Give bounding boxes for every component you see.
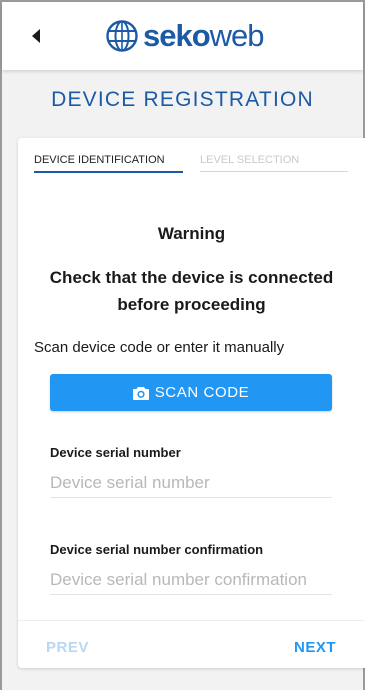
prev-button[interactable]: PREV (46, 639, 89, 656)
back-button[interactable] (26, 26, 46, 46)
stepper-tabs: DEVICE IDENTIFICATION LEVEL SELECTION (34, 154, 348, 174)
tab-indicator (200, 171, 348, 172)
scan-button-label: SCAN CODE (154, 384, 250, 401)
brand-light: web (209, 18, 265, 53)
serial-number-input[interactable] (50, 468, 332, 498)
serial-confirm-label: Device serial number confirmation (50, 542, 264, 557)
tab-label: DEVICE IDENTIFICATION (34, 154, 165, 166)
tab-label: LEVEL SELECTION (200, 154, 300, 166)
warning-title: Warning (157, 224, 226, 243)
tab-level-selection[interactable]: LEVEL SELECTION (200, 154, 348, 174)
back-arrow-icon (32, 29, 40, 43)
serial-label: Device serial number (50, 445, 181, 460)
sekoweb-logo: sekoweb (105, 16, 265, 56)
registration-card: DEVICE IDENTIFICATION LEVEL SELECTION Wa… (18, 138, 365, 668)
app-bar: sekoweb (2, 2, 363, 70)
page-title: DEVICE REGISTRATION (51, 88, 314, 111)
globe-logo-icon (106, 20, 138, 52)
next-button[interactable]: NEXT (294, 639, 336, 656)
serial-confirm-input[interactable] (50, 565, 332, 595)
tab-device-identification[interactable]: DEVICE IDENTIFICATION (34, 154, 183, 174)
camera-icon (132, 386, 149, 400)
brand-bold: seko (143, 18, 211, 53)
scan-hint: Scan device code or enter it manually (34, 339, 285, 356)
card-footer: PREV NEXT (18, 620, 365, 668)
tab-indicator (34, 171, 183, 173)
scan-code-button[interactable]: SCAN CODE (50, 374, 332, 411)
warning-text: Check that the device is connected befor… (49, 268, 334, 314)
brand-name: sekoweb (143, 18, 265, 54)
